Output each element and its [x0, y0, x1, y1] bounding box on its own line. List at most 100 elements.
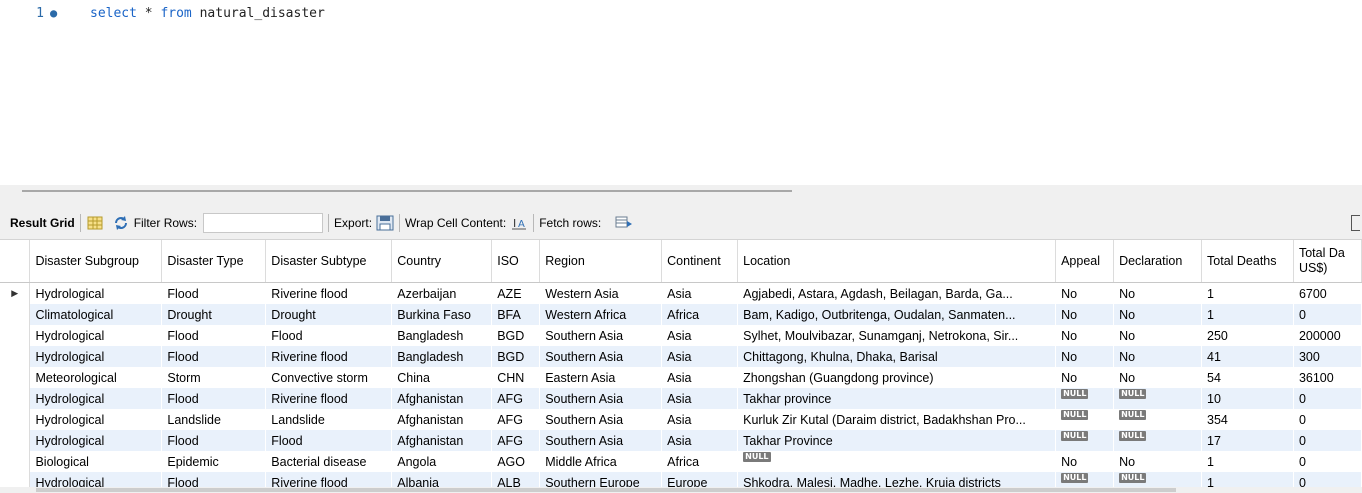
refresh-icon[interactable] [112, 214, 130, 232]
table-cell[interactable]: Convective storm [266, 367, 392, 388]
table-cell[interactable]: Zhongshan (Guangdong province) [738, 367, 1056, 388]
table-cell[interactable]: 250 [1202, 325, 1294, 346]
table-cell[interactable]: Asia [662, 283, 738, 305]
column-header[interactable]: Location [737, 240, 1057, 283]
table-cell[interactable]: Agjabedi, Astara, Agdash, Beilagan, Bard… [738, 283, 1056, 305]
table-cell[interactable]: No [1114, 367, 1202, 388]
table-cell[interactable]: 0 [1293, 304, 1362, 325]
table-cell[interactable]: Hydrological [29, 430, 162, 451]
table-cell[interactable]: Chittagong, Khulna, Dhaka, Barisal [737, 346, 1056, 367]
table-cell[interactable]: Flood [265, 430, 392, 451]
row-header[interactable]: ▶ [0, 282, 31, 304]
table-row[interactable]: Hydrological Landslide Landslide Afghanista… [0, 409, 1362, 430]
table-cell[interactable]: China [392, 367, 492, 388]
table-cell[interactable]: 200000 [1293, 325, 1361, 346]
table-cell[interactable]: 17 [1201, 430, 1294, 451]
table-cell[interactable]: Asia [662, 409, 738, 430]
sql-editor[interactable]: 1 ● select * from natural_disaster [0, 0, 1362, 185]
column-header[interactable]: Appeal [1055, 240, 1115, 283]
table-cell[interactable]: 54 [1202, 367, 1294, 388]
table-cell[interactable]: NULL [1113, 388, 1202, 409]
grid-layout-icon[interactable] [86, 214, 104, 232]
table-cell[interactable]: Western Africa [539, 304, 662, 325]
column-header[interactable]: Declaration [1113, 240, 1203, 283]
table-cell[interactable]: Flood [162, 283, 266, 305]
result-grid-tab[interactable]: Result Grid [10, 216, 75, 230]
table-cell[interactable]: Azerbaijan [392, 283, 492, 305]
table-cell[interactable]: 1 [1202, 451, 1294, 472]
table-cell[interactable]: NULL [1055, 430, 1114, 451]
table-cell[interactable]: NULL [1113, 430, 1202, 451]
table-cell[interactable]: No [1056, 451, 1114, 472]
table-cell[interactable]: Hydrological [29, 346, 162, 367]
table-row[interactable]: ▶ Hydrological Flood Riverine flood Azerbaij… [0, 282, 1362, 305]
table-cell[interactable]: Riverine flood [265, 346, 392, 367]
table-cell[interactable]: Africa [662, 451, 738, 472]
table-cell[interactable]: BGD [491, 346, 540, 367]
table-cell[interactable]: Southern Asia [539, 388, 662, 409]
table-cell[interactable]: No [1114, 325, 1202, 346]
table-cell[interactable]: Bangladesh [392, 325, 492, 346]
wrap-cell-icon[interactable]: IA [510, 214, 528, 232]
table-cell[interactable]: No [1114, 283, 1202, 305]
table-cell[interactable]: Drought [265, 304, 392, 325]
row-header[interactable] [0, 388, 31, 409]
table-cell[interactable]: AFG [491, 430, 540, 451]
table-cell[interactable]: 300 [1293, 346, 1362, 367]
table-cell[interactable]: No [1056, 283, 1114, 305]
table-cell[interactable]: Hydrological [29, 388, 162, 409]
table-cell[interactable]: Asia [661, 346, 738, 367]
column-header[interactable]: Disaster Type [161, 240, 267, 283]
table-cell[interactable]: BFA [491, 304, 540, 325]
column-header[interactable]: Region [539, 240, 663, 283]
table-cell[interactable]: Flood [161, 430, 266, 451]
table-cell[interactable]: Angola [392, 451, 492, 472]
filter-rows-input[interactable] [203, 213, 324, 233]
table-cell[interactable]: 10 [1201, 388, 1294, 409]
table-cell[interactable]: Afghanistan [391, 430, 492, 451]
table-cell[interactable]: No [1113, 304, 1202, 325]
column-header[interactable]: Continent [661, 240, 739, 283]
table-cell[interactable]: No [1056, 325, 1114, 346]
table-cell[interactable]: Drought [161, 304, 266, 325]
row-header[interactable] [0, 346, 31, 367]
table-cell[interactable]: Burkina Faso [391, 304, 492, 325]
table-cell[interactable]: Riverine flood [266, 283, 392, 305]
table-cell[interactable]: CHN [492, 367, 540, 388]
table-cell[interactable]: Flood [162, 325, 266, 346]
table-cell[interactable]: Flood [266, 325, 392, 346]
table-cell[interactable]: NULL [738, 451, 1056, 472]
table-cell[interactable]: 354 [1202, 409, 1294, 430]
table-cell[interactable]: 0 [1293, 451, 1361, 472]
table-cell[interactable]: Landslide [162, 409, 266, 430]
table-cell[interactable]: Asia [662, 367, 738, 388]
table-cell[interactable]: AFG [492, 409, 540, 430]
row-header[interactable] [0, 430, 31, 451]
table-cell[interactable]: 1 [1202, 283, 1294, 305]
table-cell[interactable]: Asia [661, 430, 738, 451]
table-cell[interactable]: AZE [492, 283, 540, 305]
table-cell[interactable]: 0 [1293, 430, 1362, 451]
table-cell[interactable]: NULL [1114, 409, 1202, 430]
column-header[interactable]: Total Da US$) [1293, 240, 1362, 283]
column-header[interactable]: Total Deaths [1201, 240, 1294, 283]
row-header[interactable] [0, 304, 31, 325]
table-cell[interactable]: Riverine flood [265, 388, 392, 409]
table-cell[interactable]: Landslide [266, 409, 392, 430]
table-row[interactable]: Biological Epidemic Bacterial disease Angol… [0, 451, 1362, 472]
table-cell[interactable]: 41 [1201, 346, 1294, 367]
table-cell[interactable]: Afghanistan [391, 388, 492, 409]
table-cell[interactable]: No [1113, 346, 1202, 367]
row-header[interactable] [0, 409, 31, 430]
table-cell[interactable]: NULL [1056, 409, 1114, 430]
table-cell[interactable]: No [1055, 304, 1114, 325]
editor-scrollbar[interactable] [22, 190, 792, 192]
table-cell[interactable]: Climatological [29, 304, 162, 325]
table-row[interactable]: Hydrological Flood Flood Afghanistan AFG Sout… [0, 430, 1362, 451]
table-cell[interactable]: Bam, Kadigo, Outbritenga, Oudalan, Sanma… [737, 304, 1056, 325]
table-cell[interactable]: No [1114, 451, 1202, 472]
table-cell[interactable]: Biological [30, 451, 162, 472]
row-header[interactable] [0, 451, 31, 472]
table-cell[interactable]: Hydrological [30, 325, 162, 346]
table-cell[interactable]: Asia [662, 325, 738, 346]
